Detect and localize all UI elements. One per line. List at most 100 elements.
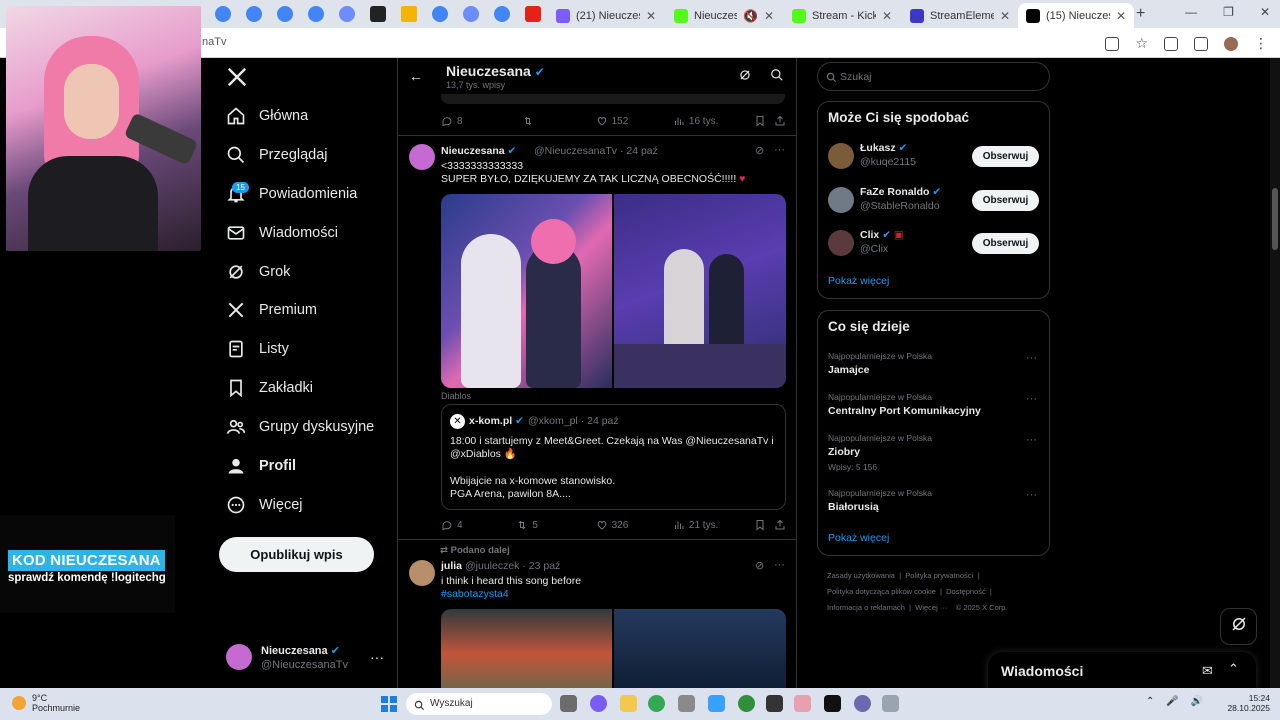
nav-grok[interactable]: Grok: [226, 258, 290, 286]
trend-item[interactable]: Ziobry: [828, 446, 860, 458]
tab-favicon-icon[interactable]: [494, 6, 510, 22]
minimize-icon[interactable]: —: [1185, 5, 1197, 19]
like-button[interactable]: 152: [596, 115, 673, 127]
reply-button[interactable]: 4: [441, 519, 516, 531]
tweet-photo[interactable]: [441, 609, 612, 688]
more-icon[interactable]: ···: [370, 649, 384, 665]
avatar[interactable]: [828, 230, 854, 256]
tweet-handle[interactable]: @NieuczesanaTv: [534, 145, 617, 157]
trend-item[interactable]: Białorusią: [828, 501, 879, 513]
tab-favicon-icon[interactable]: [401, 6, 417, 22]
show-more-link[interactable]: Pokaż więcej: [828, 275, 889, 287]
avatar[interactable]: [828, 187, 854, 213]
suggestion-name[interactable]: Clix ✔ ▣: [860, 229, 904, 241]
post-button[interactable]: Opublikuj wpis: [219, 537, 374, 572]
footer-link[interactable]: Zasady użytkowania: [827, 571, 895, 580]
footer-link[interactable]: Dostępność: [946, 587, 986, 596]
reply-button[interactable]: 8: [441, 115, 522, 127]
footer-link[interactable]: Polityka prywatności: [905, 571, 973, 580]
tweet-handle[interactable]: @juuleczek: [465, 560, 519, 572]
tab-favicon-icon[interactable]: [432, 6, 448, 22]
avatar[interactable]: [828, 143, 854, 169]
share-icon[interactable]: [774, 115, 786, 127]
new-tab-icon[interactable]: +: [1136, 5, 1145, 23]
more-icon[interactable]: ···: [1026, 434, 1037, 446]
share-icon[interactable]: [774, 519, 786, 531]
more-icon[interactable]: ···: [1026, 393, 1037, 405]
taskbar-clock[interactable]: 15:24 28.10.2025: [1222, 693, 1270, 713]
close-tab-icon[interactable]: ✕: [1116, 9, 1126, 23]
star-icon[interactable]: ☆: [1135, 35, 1148, 52]
start-button[interactable]: [381, 696, 397, 712]
browser-tab[interactable]: Nieuczesana St 🔇 ✕: [666, 3, 782, 28]
more-icon[interactable]: ···: [1026, 352, 1037, 364]
youtube-icon[interactable]: [525, 6, 541, 22]
tweet-date[interactable]: · 23 paź: [522, 560, 560, 572]
search-input[interactable]: Szukaj: [817, 62, 1050, 91]
browser-tab[interactable]: Stream - Kick Dash ✕: [784, 3, 900, 28]
messages-drawer[interactable]: Wiadomości ✉ ⌃: [988, 652, 1256, 692]
app-icon[interactable]: [882, 695, 899, 712]
show-more-link[interactable]: Pokaż więcej: [828, 532, 889, 544]
grok-icon[interactable]: [738, 68, 752, 87]
chrome-icon[interactable]: [648, 695, 665, 712]
taskbar-search[interactable]: Wyszukaj: [406, 693, 552, 715]
x-logo-icon[interactable]: [226, 66, 248, 88]
nav-communities[interactable]: Grupy dyskusyjne: [226, 413, 374, 441]
suggestion-name[interactable]: Łukasz ✔: [860, 142, 907, 154]
back-arrow-icon[interactable]: ←: [409, 68, 423, 84]
bookmark-icon[interactable]: [754, 115, 774, 127]
trend-item[interactable]: Centralny Port Komunikacyjny: [828, 405, 981, 417]
nav-bookmarks[interactable]: Zakładki: [226, 374, 313, 402]
browser-tab[interactable]: StreamElements - M ✕: [902, 3, 1018, 28]
nav-home[interactable]: Główna: [226, 102, 308, 130]
hashtag-link[interactable]: #sabotazysta4: [441, 588, 509, 601]
footer-link[interactable]: Polityka dotycząca plików cookie: [827, 587, 936, 596]
suggestion-name[interactable]: FaZe Ronaldo ✔: [860, 186, 941, 198]
install-app-icon[interactable]: [1105, 36, 1120, 51]
browser-tab[interactable]: (21) Nieuczesana - ✕: [548, 3, 664, 28]
nav-more[interactable]: Więcej: [226, 491, 303, 519]
nav-premium[interactable]: Premium: [226, 296, 317, 324]
close-tab-icon[interactable]: ✕: [764, 9, 774, 23]
puzzle-icon[interactable]: [1194, 36, 1208, 51]
follow-button[interactable]: Obserwuj: [972, 146, 1039, 167]
file-explorer-icon[interactable]: [620, 695, 637, 712]
avatar[interactable]: [409, 144, 435, 170]
new-message-icon[interactable]: ✉: [1202, 663, 1213, 679]
more-icon[interactable]: ···: [774, 144, 785, 156]
tweet-photo[interactable]: [614, 609, 786, 688]
nav-explore[interactable]: Przeglądaj: [226, 141, 328, 169]
search-icon[interactable]: [770, 68, 784, 87]
close-tab-icon[interactable]: ✕: [1000, 9, 1010, 23]
scrollbar[interactable]: [1270, 58, 1280, 688]
follow-button[interactable]: Obserwuj: [972, 190, 1039, 211]
close-window-icon[interactable]: ✕: [1260, 5, 1270, 19]
restore-icon[interactable]: ❐: [1223, 5, 1234, 19]
tweet-media[interactable]: [441, 609, 786, 688]
footer-link[interactable]: Informacja o reklamach: [827, 603, 905, 612]
avatar[interactable]: [1224, 36, 1238, 51]
task-view-icon[interactable]: [560, 695, 577, 712]
grok-icon[interactable]: ⊘: [755, 144, 764, 157]
more-icon[interactable]: ···: [774, 559, 785, 571]
tab-favicon-icon[interactable]: [370, 6, 386, 22]
views-button[interactable]: 21 tys.: [673, 519, 754, 531]
extension-icon[interactable]: [1164, 36, 1178, 51]
tweet-photo[interactable]: [614, 194, 786, 388]
tab-favicon-icon[interactable]: [215, 6, 231, 22]
app-icon[interactable]: [708, 695, 725, 712]
obs-icon[interactable]: [766, 695, 783, 712]
microphone-icon[interactable]: 🎤: [1166, 696, 1178, 707]
scrollbar-thumb[interactable]: [1272, 188, 1278, 250]
bookmark-icon[interactable]: [754, 519, 774, 531]
discord-icon[interactable]: [590, 695, 607, 712]
app-icon[interactable]: [738, 695, 755, 712]
chevron-up-icon[interactable]: ⌃: [1146, 696, 1154, 707]
tab-favicon-icon[interactable]: [246, 6, 262, 22]
tab-favicon-icon[interactable]: [339, 6, 355, 22]
app-icon[interactable]: [678, 695, 695, 712]
more-icon[interactable]: ···: [1026, 489, 1037, 501]
close-tab-icon[interactable]: ✕: [882, 9, 892, 23]
grok-button[interactable]: [1220, 608, 1257, 645]
